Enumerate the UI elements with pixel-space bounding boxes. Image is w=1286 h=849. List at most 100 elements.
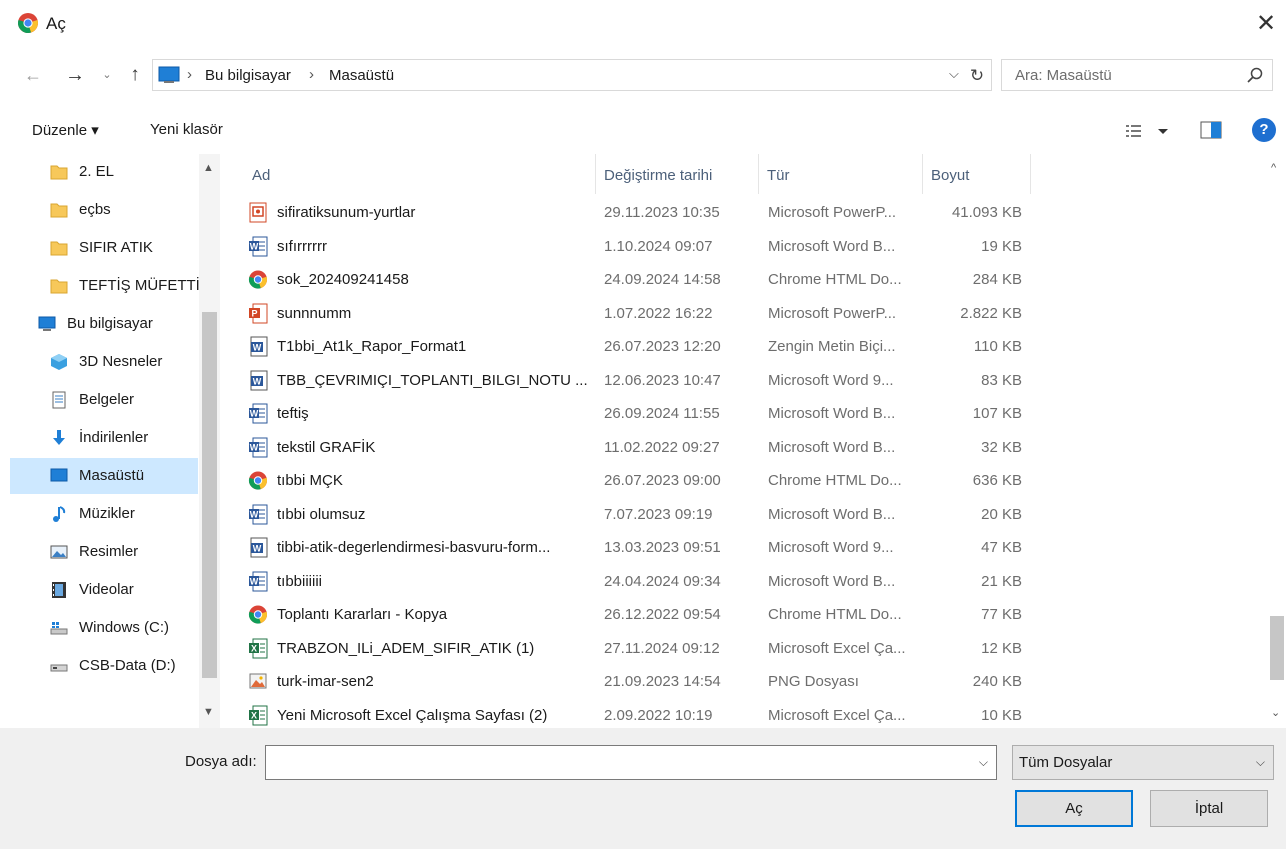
- file-row[interactable]: X TRABZON_ILi_ADEM_SIFIR_ATIK (1) 27.11.20…: [222, 632, 1262, 665]
- file-size: 20 KB: [981, 505, 1022, 523]
- folder-icon: [50, 277, 68, 295]
- sidebar-item-label: Windows (C:): [79, 619, 170, 636]
- sidebar-item[interactable]: TEFTİŞ MÜFETTİ: [10, 268, 200, 304]
- file-row[interactable]: W TBB_ÇEVRIMIÇI_TOPLANTI_BILGI_NOTU ... 12…: [222, 364, 1262, 397]
- scroll-down-arrow-icon[interactable]: ⌄: [1271, 706, 1280, 719]
- sidebar-scrollbar[interactable]: ▲ ▼: [199, 154, 220, 728]
- sidebar-item-label: TEFTİŞ MÜFETTİ: [79, 277, 200, 294]
- sidebar-item-label: Videolar: [79, 581, 134, 598]
- file-row[interactable]: Toplantı Kararları - Kopya 26.12.2022 09:…: [222, 598, 1262, 631]
- preview-pane-icon[interactable]: [1200, 121, 1222, 139]
- excel-icon: X: [248, 705, 268, 726]
- downloads-icon: [50, 429, 68, 447]
- chrome-html-icon: [248, 604, 268, 625]
- sidebar-item[interactable]: Müzikler: [10, 496, 198, 532]
- excel-icon: X: [248, 638, 268, 659]
- sidebar-item-label: Belgeler: [79, 391, 135, 408]
- recent-locations-button[interactable]: ⌄: [94, 62, 120, 88]
- breadcrumb-desktop[interactable]: Masaüstü: [329, 67, 394, 84]
- organize-button[interactable]: Düzenle ▾: [32, 121, 99, 139]
- refresh-button[interactable]: ↻: [965, 64, 989, 88]
- sort-ascending-icon: ^: [436, 154, 444, 163]
- file-type: Microsoft PowerP...: [768, 304, 897, 322]
- word-document-icon: W: [248, 504, 268, 525]
- sidebar-item[interactable]: SIFIR ATIK: [10, 230, 198, 266]
- filename-input[interactable]: [267, 747, 967, 778]
- svg-text:W: W: [250, 442, 259, 452]
- word-document-icon: W: [248, 236, 268, 257]
- view-options-icon[interactable]: [1124, 120, 1176, 142]
- file-row[interactable]: turk-imar-sen2 21.09.2023 14:54 PNG Dosyas…: [222, 665, 1262, 698]
- file-type-select[interactable]: Tüm Dosyalar ⌵: [1012, 745, 1274, 780]
- sidebar-scroll-thumb[interactable]: [202, 312, 217, 678]
- file-date: 11.02.2022 09:27: [604, 438, 720, 456]
- file-type: Microsoft Word B...: [768, 237, 896, 255]
- up-button[interactable]: ↑: [122, 62, 148, 88]
- file-list-scroll-thumb[interactable]: [1270, 616, 1284, 680]
- sidebar-item-label: CSB-Data (D:): [79, 657, 176, 674]
- cancel-button[interactable]: İptal: [1150, 790, 1268, 827]
- powerpoint-icon: P: [248, 303, 268, 324]
- sidebar-item[interactable]: Videolar: [10, 572, 198, 608]
- sidebar-item[interactable]: Windows (C:): [10, 610, 198, 646]
- help-button[interactable]: ?: [1252, 118, 1276, 142]
- chevron-down-icon: ⌵: [1255, 755, 1265, 769]
- sidebar-item[interactable]: eçbs: [10, 192, 198, 228]
- file-type: Microsoft PowerP...: [768, 204, 897, 221]
- file-date: 1.10.2024 09:07: [604, 237, 713, 255]
- file-row[interactable]: Wtibbi-atik-degerlendirmesi-basvuru-form…: [222, 531, 1262, 564]
- new-folder-button[interactable]: Yeni klasör: [150, 121, 223, 138]
- svg-text:W: W: [250, 576, 259, 586]
- sidebar-item[interactable]: Resimler: [10, 534, 198, 570]
- scroll-up-arrow-icon[interactable]: ^: [1271, 162, 1276, 174]
- sidebar-item[interactable]: 2. EL: [10, 154, 198, 190]
- sidebar-item[interactable]: 3D Nesneler: [10, 344, 198, 380]
- chevron-down-icon[interactable]: ⌵: [979, 755, 988, 770]
- file-size: 636 KB: [972, 472, 1022, 489]
- file-row[interactable]: sifiratiksunum-yurtlar 29.11.2023 10:35 Mi…: [222, 196, 1262, 229]
- filename-combobox[interactable]: ⌵: [265, 745, 997, 780]
- search-input[interactable]: [1003, 61, 1233, 89]
- scroll-up-arrow-icon[interactable]: ▲: [203, 162, 214, 174]
- file-row[interactable]: Wtıbbi olumsuz 7.07.2023 09:19 Microsoft W…: [222, 498, 1262, 531]
- file-row[interactable]: tıbbi MÇK 26.07.2023 09:00 Chrome HTML Do.…: [222, 464, 1262, 497]
- file-row[interactable]: Wtıbbiiiiii 24.04.2024 09:34 Microsoft Wor…: [222, 565, 1262, 598]
- sidebar-item[interactable]: İndirilenler: [10, 420, 198, 456]
- column-header-date[interactable]: Değiştirme tarihi: [596, 154, 759, 194]
- close-button[interactable]: ✕: [1246, 6, 1286, 42]
- pictures-icon: [50, 543, 68, 561]
- file-type: Chrome HTML Do...: [768, 472, 902, 489]
- word-legacy-icon: W: [248, 370, 268, 391]
- file-row[interactable]: Wsıfırrrrrr 1.10.2024 09:07 Microsoft Word…: [222, 230, 1262, 263]
- file-row[interactable]: Wteftiş 26.09.2024 11:55 Microsoft Word B.…: [222, 397, 1262, 430]
- file-name: TBB_ÇEVRIMIÇI_TOPLANTI_BILGI_NOTU ...: [277, 371, 588, 389]
- forward-button[interactable]: →: [62, 62, 88, 88]
- file-row[interactable]: Wtekstil GRAFİK 11.02.2022 09:27 Microsoft…: [222, 431, 1262, 464]
- sidebar-item[interactable]: Masaüstü: [10, 458, 198, 494]
- file-name: sunnnumm: [277, 304, 352, 322]
- file-row[interactable]: X Yeni Microsoft Excel Çalışma Sayfası (2…: [222, 699, 1262, 729]
- sidebar-item[interactable]: Bu bilgisayar: [10, 306, 198, 342]
- search-box[interactable]: [1001, 59, 1273, 91]
- file-row[interactable]: Psunnnumm 1.07.2022 16:22 Microsoft PowerP…: [222, 297, 1262, 330]
- file-type: Microsoft Word B...: [768, 505, 896, 523]
- file-row[interactable]: W T1bbi_At1k_Rapor_Format1 26.07.2023 12:2…: [222, 330, 1262, 363]
- scroll-down-arrow-icon[interactable]: ▼: [203, 706, 214, 718]
- back-button[interactable]: ←: [20, 62, 46, 88]
- column-header-type[interactable]: Tür: [759, 154, 923, 194]
- sidebar-item[interactable]: CSB-Data (D:): [10, 648, 198, 684]
- file-type: Microsoft Word 9...: [768, 539, 894, 556]
- column-header-name[interactable]: Ad ^: [244, 154, 596, 194]
- breadcrumb-this-pc[interactable]: Bu bilgisayar: [205, 67, 291, 84]
- address-history-dropdown[interactable]: ⌵: [949, 66, 959, 82]
- file-date: 26.12.2022 09:54: [604, 606, 721, 623]
- file-date: 1.07.2022 16:22: [604, 304, 713, 322]
- folder-icon: [50, 163, 68, 181]
- file-date: 2.09.2022 10:19: [604, 706, 713, 724]
- sidebar-item[interactable]: Belgeler: [10, 382, 198, 418]
- file-row[interactable]: sok_202409241458 24.09.2024 14:58 Chrome H…: [222, 263, 1262, 296]
- file-list-scrollbar[interactable]: ^ ⌄: [1268, 154, 1286, 728]
- column-header-size[interactable]: Boyut: [923, 154, 1031, 194]
- address-bar[interactable]: › Bu bilgisayar › Masaüstü ⌵ ↻: [152, 59, 992, 91]
- open-button[interactable]: Aç: [1015, 790, 1133, 827]
